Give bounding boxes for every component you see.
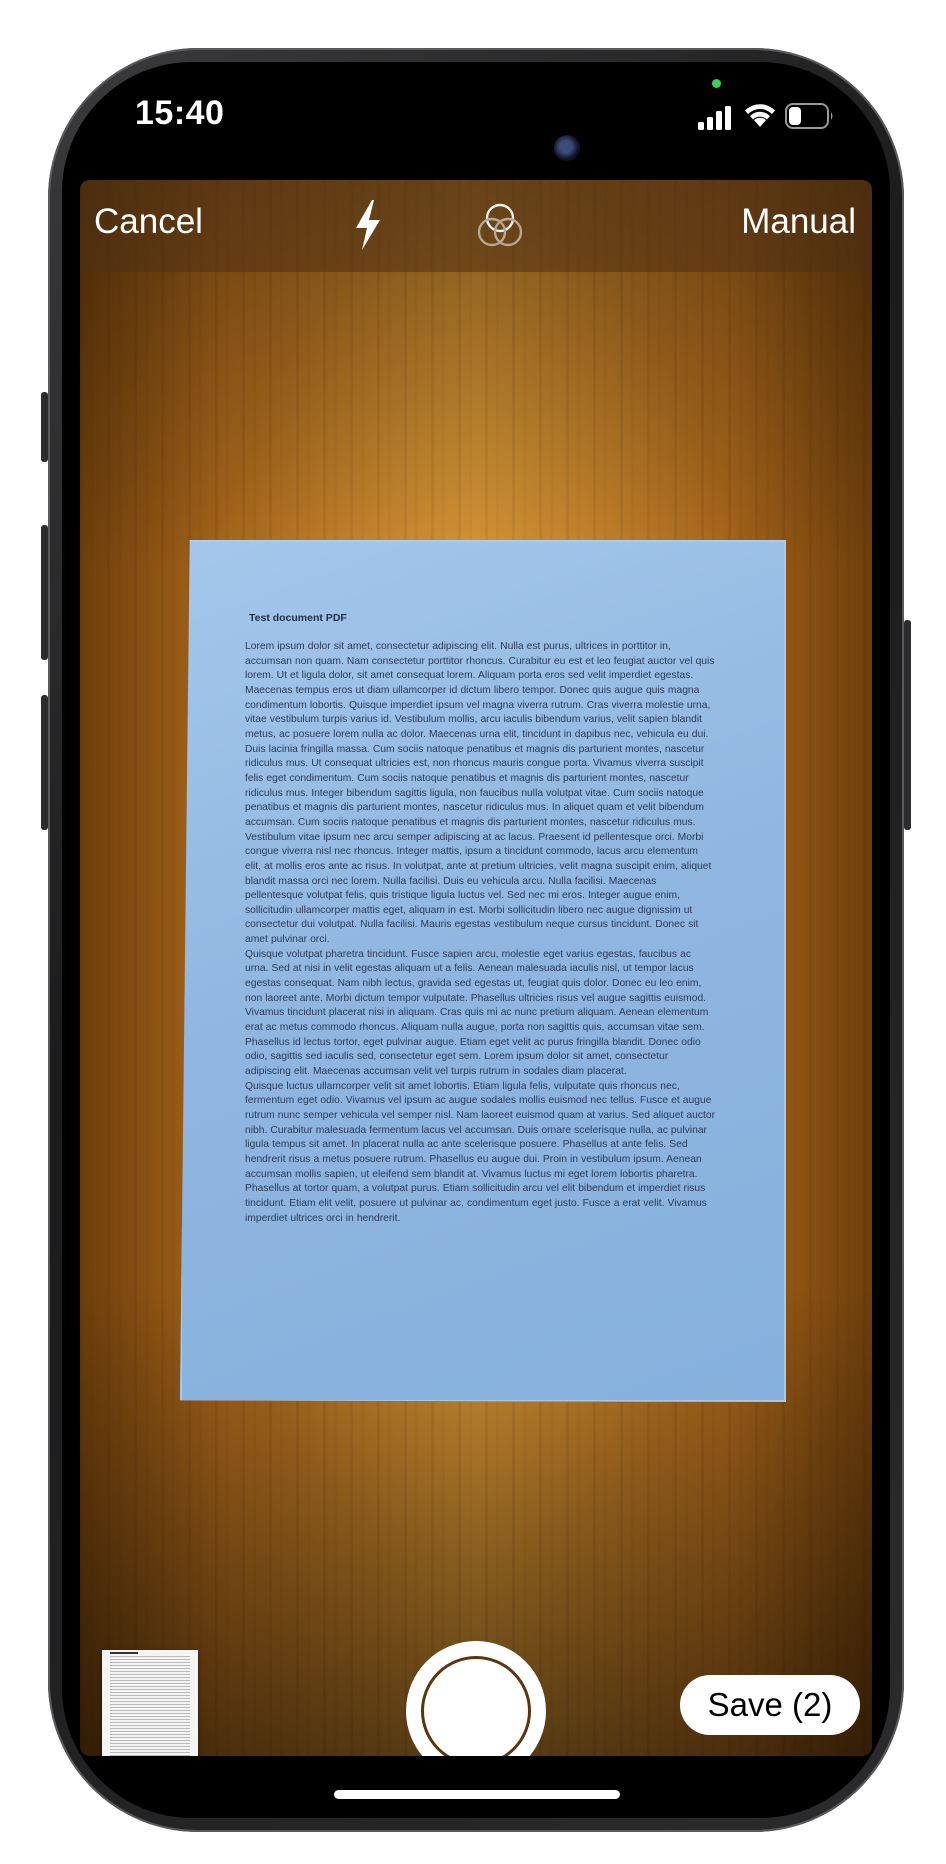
thumbnail-text-lines [110,1656,190,1756]
document-body: Lorem ipsum dolor sit amet, consectetur … [245,640,715,1226]
volume-up-button [41,525,48,660]
shutter-inner-ring [421,1656,531,1756]
battery-icon [785,103,833,129]
status-bar: 15:40 [62,62,890,184]
color-filter-icon[interactable] [475,200,525,252]
manual-mode-button[interactable]: Manual [741,202,856,242]
thumbnail-title-line [110,1652,138,1654]
cancel-button[interactable]: Cancel [94,202,203,242]
scanner-top-bar: Cancel Manual [80,180,872,272]
cellular-signal-icon [698,106,731,130]
screen: 15:40 Test document PDF Lorem ipsum dolo… [62,62,890,1818]
wifi-icon [745,104,775,127]
status-time: 15:40 [135,94,225,132]
document-paragraph: Quisque volutpat pharetra tincidunt. Fus… [245,948,709,1078]
document-paragraph: Lorem ipsum dolor sit amet, consectetur … [245,641,715,946]
camera-viewfinder[interactable]: Test document PDF Lorem ipsum dolor sit … [80,180,872,1756]
document-title: Test document PDF [249,612,347,624]
power-button [904,620,911,830]
document-paragraph: Quisque luctus ullamcorper velit sit ame… [245,1080,716,1224]
action-button [41,392,48,462]
scanned-pages-thumbnail[interactable] [102,1650,198,1756]
document-highlight-overlay: Test document PDF Lorem ipsum dolor sit … [180,540,786,1402]
home-indicator[interactable] [334,1790,620,1799]
save-button[interactable]: Save (2) [680,1675,860,1735]
flash-icon[interactable] [350,198,386,252]
camera-in-use-indicator [712,79,721,88]
front-camera [554,135,580,161]
volume-down-button [41,695,48,830]
